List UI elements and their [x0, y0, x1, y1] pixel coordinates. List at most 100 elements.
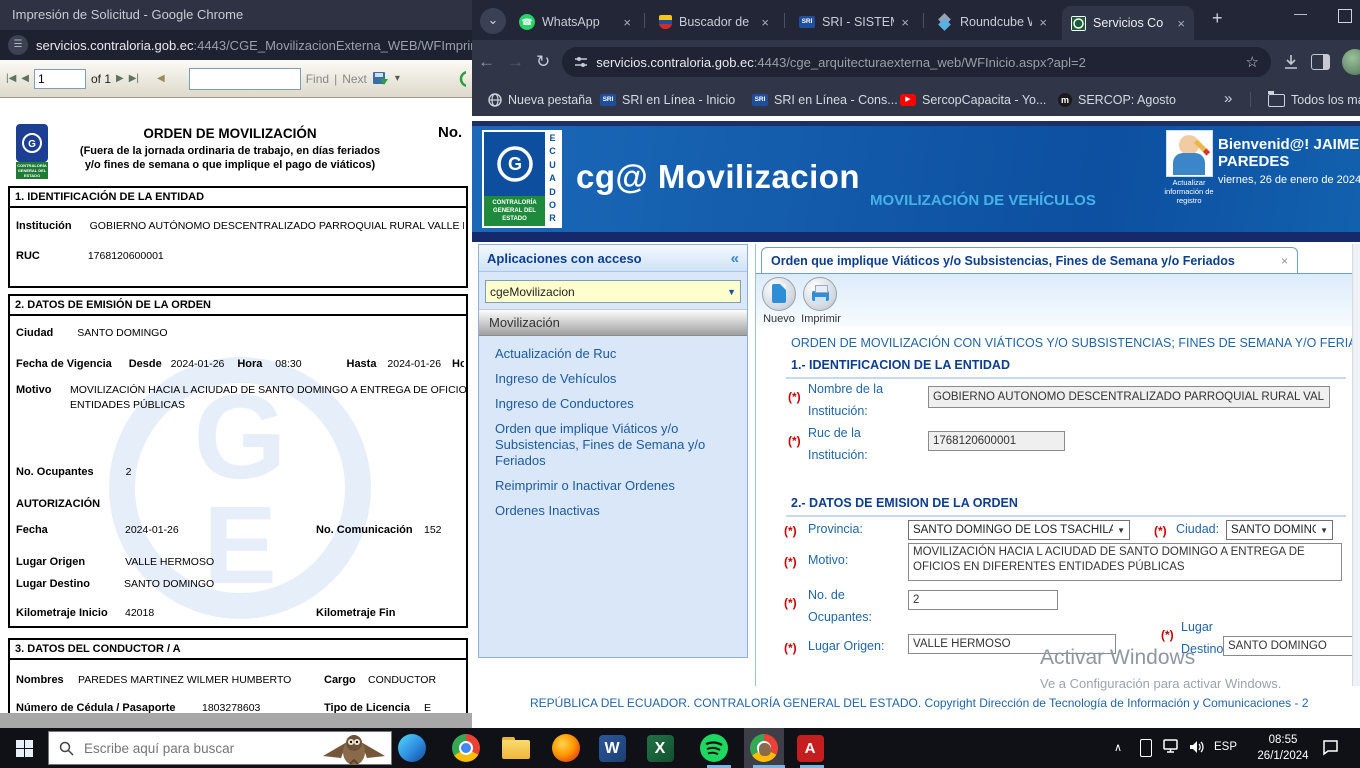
maximize-icon[interactable]	[1338, 9, 1352, 23]
download-icon[interactable]	[1283, 54, 1299, 70]
roundcube-icon	[937, 14, 953, 30]
taskbar-acrobat[interactable]: A	[790, 728, 830, 768]
tab-roundcube[interactable]: Roundcube W ×	[928, 7, 1056, 37]
tab-sri[interactable]: SRI SRI - SISTEMA ×	[790, 7, 918, 37]
bookmark-star-icon[interactable]: ☆	[1246, 53, 1259, 71]
taskbar-edge[interactable]	[392, 728, 432, 768]
tab-servicios-active[interactable]: Servicios Co ×	[1062, 6, 1194, 40]
browser-toolbar: ← → ↻ servicios.contraloria.gob.ec:4443/…	[472, 40, 1360, 84]
taskbar-explorer[interactable]	[496, 728, 536, 768]
required-marker: (*)	[784, 555, 797, 569]
find-button[interactable]: Find	[306, 72, 329, 86]
site-info-icon[interactable]	[574, 56, 588, 68]
user-avatar[interactable]	[1166, 130, 1213, 177]
doc-section-2: 2. DATOS DE EMISIÓN DE LA ORDEN CiudadSA…	[8, 294, 468, 628]
ruc-institucion-input[interactable]	[928, 431, 1065, 451]
tab-search-button[interactable]: ⌄	[480, 8, 506, 34]
bookmark-sercopcapacita[interactable]: ▶ SercopCapacita - Yo...	[900, 91, 1046, 109]
address-bar[interactable]: ☰ servicios.contraloria.gob.ec:4443/CGE_…	[0, 30, 472, 60]
close-content-tab-icon[interactable]: ×	[1281, 254, 1288, 268]
taskbar-search[interactable]	[48, 731, 392, 765]
side-panel-icon[interactable]	[1311, 54, 1330, 70]
find-next-button[interactable]: Next	[342, 72, 367, 86]
folder-icon	[1268, 94, 1285, 107]
site-info-icon[interactable]: ☰	[8, 35, 28, 55]
language-indicator[interactable]: ESP	[1214, 741, 1237, 753]
bookmark-sri-consultas[interactable]: SRI SRI en Línea - Cons...	[752, 91, 898, 109]
close-tab-icon[interactable]: ×	[1177, 16, 1185, 31]
back-to-parent-icon[interactable]: ◀	[157, 73, 165, 84]
provincia-select[interactable]: SANTO DOMINGO DE LOS TSACHILAS▼	[908, 520, 1130, 540]
export-icon[interactable]	[372, 71, 390, 87]
doc-section-1-title: 1. IDENTIFICACIÓN DE LA ENTIDAD	[10, 188, 466, 208]
next-page-icon[interactable]: ▶	[116, 73, 124, 84]
taskbar-excel[interactable]: X	[640, 728, 680, 768]
close-tab-icon[interactable]: ×	[1039, 15, 1047, 30]
sidebar-group-movilizacion[interactable]: Movilización	[479, 309, 747, 336]
taskbar-chrome[interactable]	[446, 728, 486, 768]
taskbar-spotify[interactable]	[694, 728, 734, 768]
sidebar-item-ingreso-conductores[interactable]: Ingreso de Conductores	[495, 396, 739, 412]
avatar-caption[interactable]: Actualizar información de registro	[1156, 178, 1222, 205]
page-number-input[interactable]	[34, 69, 86, 89]
bookmarks-overflow-icon[interactable]: »	[1224, 90, 1232, 107]
action-center-icon[interactable]	[1322, 739, 1340, 756]
taskbar-firefox[interactable]	[546, 728, 586, 768]
application-dropdown[interactable]: cgeMovilizacion ▼	[485, 280, 741, 303]
ciudad-select[interactable]: SANTO DOMINGO▼	[1226, 520, 1333, 540]
start-button[interactable]	[0, 728, 48, 768]
new-tab-icon[interactable]: +	[1212, 8, 1223, 29]
close-tab-icon[interactable]: ×	[623, 15, 631, 30]
bookmark-all-bookmarks[interactable]: Todos los ma	[1268, 91, 1360, 109]
collapse-sidebar-icon[interactable]: «	[731, 250, 739, 267]
nombre-institucion-input[interactable]	[928, 386, 1330, 408]
search-input[interactable]	[82, 740, 286, 757]
cge-app: G CONTRALORÍA GENERAL DEL ESTADO ECUADOR…	[472, 116, 1360, 728]
bookmark-sri-inicio[interactable]: SRI SRI en Línea - Inicio	[600, 91, 735, 109]
first-page-icon[interactable]: |◀	[6, 73, 16, 84]
url-bar[interactable]: servicios.contraloria.gob.ec:4443/cge_ar…	[562, 47, 1271, 77]
profile-avatar[interactable]	[1342, 49, 1360, 75]
motivo-textarea[interactable]: MOVILIZACIÓN HACIA L ACIUDAD DE SANTO DO…	[908, 543, 1342, 581]
taskbar-clock[interactable]: 08:55 26/1/2024	[1252, 732, 1314, 764]
tray-volume-icon[interactable]	[1188, 739, 1206, 755]
doc-subtitle-2: y/o fines de semana o que implique el pa…	[40, 159, 420, 171]
tab-whatsapp[interactable]: ☎ WhatsApp ×	[510, 7, 640, 37]
tab-buscador[interactable]: Buscador de ×	[650, 7, 778, 37]
provincia-label: Provincia:	[808, 518, 863, 540]
ocupantes-input[interactable]	[908, 590, 1058, 610]
find-input[interactable]	[189, 68, 301, 90]
reload-icon[interactable]: ↻	[536, 52, 550, 72]
word-icon: W	[599, 735, 626, 762]
app-header: G CONTRALORÍA GENERAL DEL ESTADO ECUADOR…	[472, 126, 1360, 232]
tray-network-icon[interactable]	[1163, 739, 1181, 755]
minimize-icon[interactable]: —	[1294, 6, 1307, 21]
back-icon[interactable]: ←	[478, 52, 495, 72]
refresh-icon[interactable]	[456, 71, 466, 87]
lugar-destino-input[interactable]	[1223, 636, 1354, 656]
prev-page-icon[interactable]: ◀	[21, 73, 29, 84]
ruc-institucion-label: Ruc de la Institución:	[808, 422, 892, 466]
content-tab[interactable]: Orden que implique Viáticos y/o Subsiste…	[761, 247, 1298, 274]
close-tab-icon[interactable]: ×	[761, 15, 769, 30]
sidebar-item-ordenes-inactivas[interactable]: Ordenes Inactivas	[495, 503, 739, 519]
doc-title: ORDEN DE MOVILIZACIÓN	[40, 126, 420, 141]
tray-device-icon[interactable]	[1140, 739, 1152, 757]
tray-chevron-up-icon[interactable]: ∧	[1114, 741, 1122, 754]
required-marker: (*)	[1154, 524, 1167, 538]
forward-icon[interactable]: →	[507, 52, 524, 72]
sidebar-item-reimprimir[interactable]: Reimprimir o Inactivar Ordenes	[495, 478, 739, 494]
taskbar-chrome-active[interactable]	[744, 728, 784, 768]
vertical-scrollbar[interactable]	[1352, 244, 1360, 686]
nuevo-button[interactable]	[762, 277, 796, 311]
bookmark-nueva-pestana[interactable]: Nueva pestaña	[488, 91, 592, 109]
sidebar-item-actualizacion-ruc[interactable]: Actualización de Ruc	[495, 346, 739, 362]
close-tab-icon[interactable]: ×	[901, 15, 909, 30]
bookmark-sercop-agosto[interactable]: m SERCOP: Agosto	[1058, 91, 1176, 109]
last-page-icon[interactable]: ▶|	[129, 73, 139, 84]
sidebar-item-orden-viaticos[interactable]: Orden que implique Viáticos y/o Subsiste…	[495, 421, 727, 469]
sidebar-item-ingreso-vehiculos[interactable]: Ingreso de Vehículos	[495, 371, 739, 387]
export-menu-icon[interactable]: ▾	[395, 73, 400, 84]
taskbar-word[interactable]: W	[592, 728, 632, 768]
imprimir-button[interactable]	[803, 277, 837, 311]
